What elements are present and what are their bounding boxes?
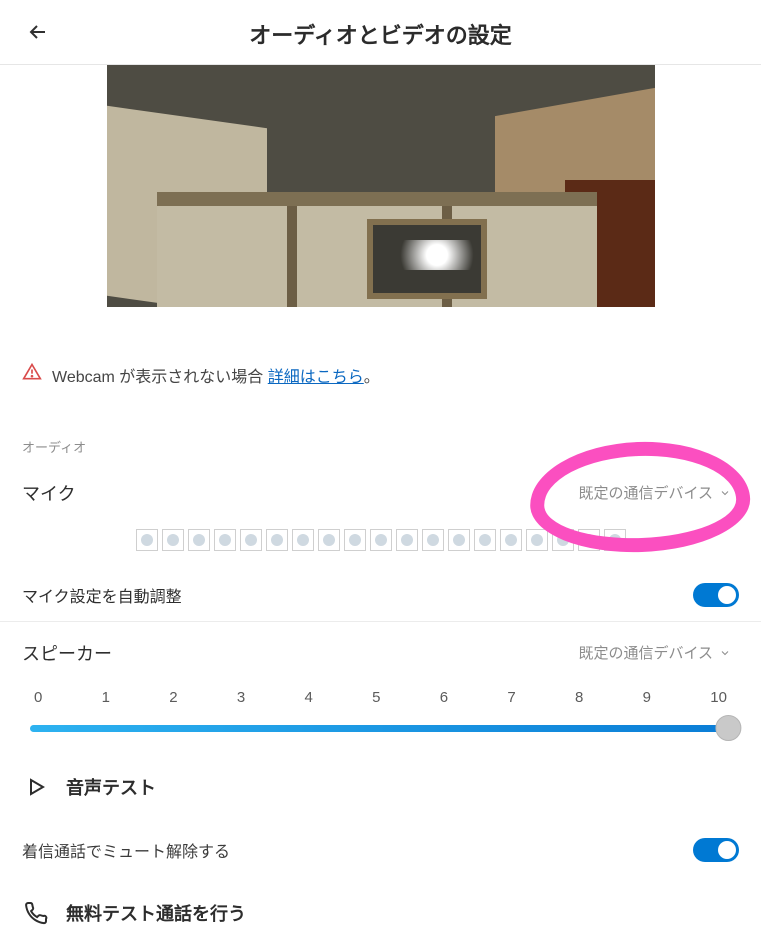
arrow-left-icon — [26, 20, 50, 44]
speaker-label: スピーカー — [22, 640, 112, 666]
free-test-call-button[interactable]: 無料テスト通話を行う — [0, 880, 761, 946]
warning-icon — [22, 362, 42, 387]
microphone-device-select[interactable]: 既定の通信デバイス — [570, 476, 739, 509]
unmute-incoming-row: 着信通話でミュート解除する — [0, 820, 761, 880]
mic-level-cell — [344, 529, 366, 551]
mic-auto-adjust-toggle[interactable] — [693, 583, 739, 607]
mic-level-cell — [526, 529, 548, 551]
mic-level-cell — [318, 529, 340, 551]
slider-tick: 1 — [102, 689, 110, 706]
audio-section-label: オーディオ — [0, 415, 761, 462]
warning-suffix: 。 — [364, 369, 380, 386]
webcam-warning: Webcam が表示されない場合 詳細はこちら。 — [0, 307, 761, 415]
microphone-label: マイク — [22, 480, 76, 506]
mic-level-cell — [396, 529, 418, 551]
slider-tick: 5 — [372, 689, 380, 706]
warning-text: Webcam が表示されない場合 — [52, 369, 263, 386]
sound-test-label: 音声テスト — [66, 774, 156, 800]
webcam-preview — [107, 65, 655, 307]
mic-level-cell — [188, 529, 210, 551]
slider-tick: 3 — [237, 689, 245, 706]
mic-level-cell — [162, 529, 184, 551]
free-test-call-label: 無料テスト通話を行う — [66, 900, 246, 926]
chevron-down-icon — [719, 647, 731, 659]
mic-auto-adjust-row: マイク設定を自動調整 — [0, 569, 761, 622]
webcam-help-link[interactable]: 詳細はこちら — [268, 369, 364, 386]
mic-level-cell — [214, 529, 236, 551]
back-button[interactable] — [26, 20, 50, 49]
slider-tick: 7 — [507, 689, 515, 706]
mic-level-cell — [370, 529, 392, 551]
mic-level-cell — [604, 529, 626, 551]
speaker-device-select[interactable]: 既定の通信デバイス — [570, 636, 739, 669]
mic-auto-adjust-label: マイク設定を自動調整 — [22, 583, 182, 607]
mic-level-cell — [136, 529, 158, 551]
mic-level-cell — [266, 529, 288, 551]
mic-level-cell — [474, 529, 496, 551]
unmute-incoming-label: 着信通話でミュート解除する — [22, 838, 230, 862]
slider-thumb[interactable] — [715, 715, 741, 741]
page-title: オーディオとビデオの設定 — [20, 18, 741, 50]
slider-tick: 4 — [305, 689, 313, 706]
unmute-incoming-toggle[interactable] — [693, 838, 739, 862]
mic-level-cell — [578, 529, 600, 551]
microphone-level-meter — [0, 523, 761, 569]
mic-level-cell — [552, 529, 574, 551]
play-icon — [24, 775, 48, 799]
slider-tick: 10 — [710, 689, 727, 706]
mic-level-cell — [448, 529, 470, 551]
speaker-volume-slider[interactable]: 0 1 2 3 4 5 6 7 8 9 10 — [0, 683, 761, 754]
microphone-row: マイク 既定の通信デバイス — [0, 462, 761, 523]
slider-tick: 8 — [575, 689, 583, 706]
mic-level-cell — [422, 529, 444, 551]
slider-tick: 0 — [34, 689, 42, 706]
mic-level-cell — [500, 529, 522, 551]
mic-level-cell — [292, 529, 314, 551]
speaker-row: スピーカー 既定の通信デバイス — [0, 622, 761, 683]
phone-icon — [24, 901, 48, 925]
slider-tick: 2 — [169, 689, 177, 706]
sound-test-button[interactable]: 音声テスト — [0, 754, 761, 820]
speaker-device-value: 既定の通信デバイス — [578, 642, 713, 663]
slider-tick: 6 — [440, 689, 448, 706]
mic-level-cell — [240, 529, 262, 551]
chevron-down-icon — [719, 487, 731, 499]
microphone-device-value: 既定の通信デバイス — [578, 482, 713, 503]
slider-tick: 9 — [643, 689, 651, 706]
